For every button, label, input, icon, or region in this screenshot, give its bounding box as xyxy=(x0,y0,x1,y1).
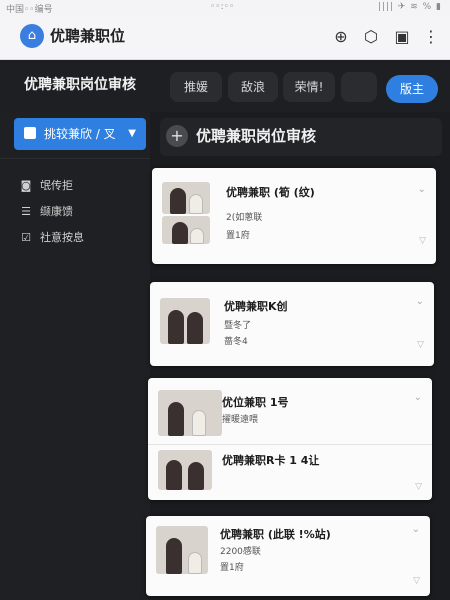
sidebar-divider xyxy=(0,158,150,159)
sidebar-item-1[interactable]: ◙ 氓传拒 xyxy=(20,176,73,196)
app-title: 优聘兼职位 xyxy=(50,27,126,45)
card-line: 暨冬了 xyxy=(224,321,252,331)
card-line: 蔷冬4 xyxy=(224,337,248,347)
main-header: + 优聘兼职岗位审核 xyxy=(160,118,442,156)
card-line: 2(如蔥联 xyxy=(226,213,263,223)
card-line: 2200感联 xyxy=(220,547,261,557)
chevron-down-icon[interactable]: ⌄ xyxy=(416,296,424,307)
card-subtitle: 优聘兼职R卡 1 4让 xyxy=(222,454,320,467)
job-card[interactable]: 优位兼职 1号 擢暖遠喂 ⌄ 优聘兼职R卡 1 4让 ▽ xyxy=(148,378,432,500)
main-title: 优聘兼职岗位审核 xyxy=(196,127,317,145)
more-icon[interactable]: ⋮ xyxy=(420,26,442,48)
sidebar: 挑较兼欣 / 叉 ▼ ◙ 氓传拒 ☰ 缬康馈 ☑ 社意按息 xyxy=(0,112,150,600)
settings-icon[interactable]: ⬡ xyxy=(360,26,382,48)
list-icon: ☰ xyxy=(21,205,31,218)
tab-3[interactable]: 荣情! xyxy=(283,72,335,102)
status-bar: 中国◦◦编号 ◦◦:◦◦ |||| ✈ ≋ % ▮ xyxy=(0,0,450,16)
job-photo xyxy=(160,298,210,344)
page-header: 优聘兼职岗位审核 推媛 敌浪 荣情! 版主 xyxy=(0,60,450,112)
card-divider xyxy=(148,444,432,445)
filter-icon[interactable]: ▽ xyxy=(415,482,422,492)
tab-2[interactable]: 敌浪 xyxy=(228,72,278,102)
filter-icon[interactable]: ▽ xyxy=(417,340,424,350)
job-card[interactable]: 优聘兼职K创 暨冬了 蔷冬4 ⌄ ▽ xyxy=(150,282,434,366)
status-icons: |||| ✈ ≋ % ▮ xyxy=(377,2,442,12)
card-title: 优聘兼职 (筍 (纹) xyxy=(226,186,315,199)
sidebar-item-3[interactable]: ☑ 社意按息 xyxy=(20,228,84,248)
card-line: 置1府 xyxy=(220,563,244,573)
tab-1[interactable]: 推媛 xyxy=(170,72,222,102)
job-photo xyxy=(158,390,222,436)
chevron-down-icon: ▼ xyxy=(128,128,136,139)
sidebar-filter-select[interactable]: 挑较兼欣 / 叉 ▼ xyxy=(14,118,146,150)
add-button[interactable]: + xyxy=(166,125,188,147)
card-line: 置1府 xyxy=(226,231,250,241)
moderator-button[interactable]: 版主 xyxy=(386,75,438,103)
job-photo xyxy=(162,216,210,244)
job-photo xyxy=(162,182,210,214)
chevron-down-icon[interactable]: ⌄ xyxy=(412,524,420,535)
filter-icon[interactable]: ▽ xyxy=(419,236,426,246)
camera-icon: ◙ xyxy=(20,179,32,192)
card-title: 优聘兼职K创 xyxy=(224,300,288,313)
job-card[interactable]: 优聘兼职 (筍 (纹) 2(如蔥联 置1府 ⌄ ▽ xyxy=(152,168,436,264)
card-title: 优位兼职 1号 xyxy=(222,396,289,409)
filter-icon[interactable]: ▽ xyxy=(413,576,420,586)
tab-4[interactable] xyxy=(341,72,377,102)
box-icon[interactable]: ▣ xyxy=(391,26,413,48)
document-icon xyxy=(24,127,36,139)
sidebar-item-label: 社意按息 xyxy=(40,231,84,244)
chevron-down-icon[interactable]: ⌄ xyxy=(418,184,426,195)
check-icon: ☑ xyxy=(21,231,31,244)
job-photo xyxy=(156,526,208,574)
chevron-down-icon[interactable]: ⌄ xyxy=(414,392,422,403)
job-photo xyxy=(158,450,212,490)
status-time: ◦◦:◦◦ xyxy=(210,2,235,12)
page-title: 优聘兼职岗位审核 xyxy=(24,77,136,93)
app-top-bar: ⌂ 优聘兼职位 ⊕ ⬡ ▣ ⋮ xyxy=(0,16,450,60)
sidebar-item-2[interactable]: ☰ 缬康馈 xyxy=(20,202,73,222)
job-card[interactable]: 优聘兼职 (此联 !%站) 2200感联 置1府 ⌄ ▽ xyxy=(146,516,430,596)
sidebar-item-label: 缬康馈 xyxy=(40,205,73,218)
carrier-text: 中国◦◦编号 xyxy=(6,5,53,15)
app-logo-icon[interactable]: ⌂ xyxy=(20,24,44,48)
search-icon[interactable]: ⊕ xyxy=(330,26,352,48)
card-title: 优聘兼职 (此联 !%站) xyxy=(220,528,331,541)
sidebar-select-label: 挑较兼欣 / 叉 xyxy=(44,127,116,141)
card-line: 擢暖遠喂 xyxy=(222,415,259,425)
sidebar-item-label: 氓传拒 xyxy=(40,179,73,192)
